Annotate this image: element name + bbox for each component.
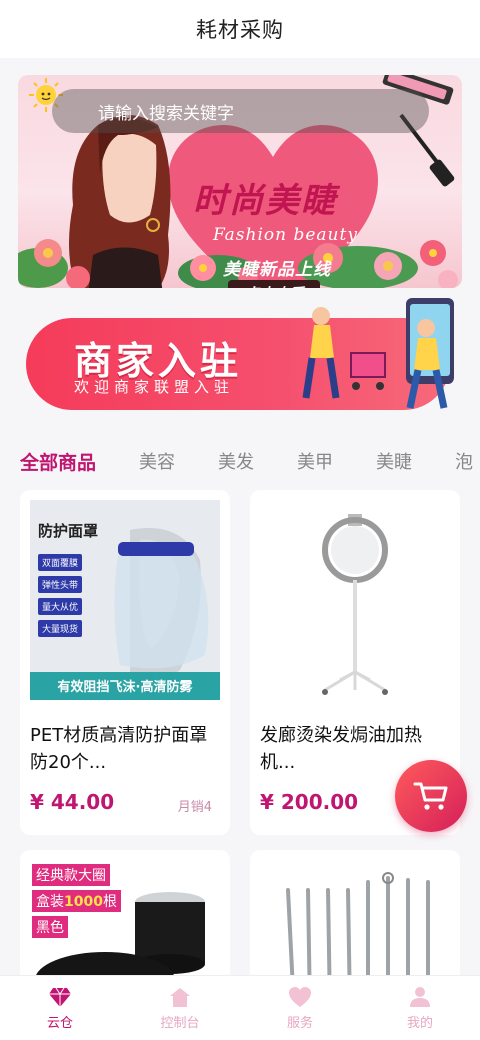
nav-item-service[interactable]: 服务 — [240, 976, 360, 1040]
heart-icon — [289, 986, 311, 1007]
product-image-label: 经典款大圈 盒装1000根 黑色 — [32, 864, 121, 938]
image-tag: 大量现货 — [38, 620, 83, 637]
merchant-join-banner[interactable]: 商家入驻 欢迎商家联盟入驻 — [26, 298, 454, 410]
nav-item-console[interactable]: 控制台 — [120, 976, 240, 1040]
product-image-tags: 双面覆膜 弹性头带 量大从优 大量现货 — [38, 554, 83, 637]
nav-item-label: 云仓 — [46, 1015, 73, 1031]
top-bar: 耗材采购 — [0, 0, 480, 58]
product-image-title: 防护面罩 — [38, 522, 99, 540]
image-tag: 量大从优 — [38, 598, 83, 615]
merchant-subtitle: 欢迎商家联盟入驻 — [74, 378, 235, 396]
banner-subline: 美睫新品上线 — [223, 260, 331, 280]
cart-button[interactable] — [395, 760, 467, 832]
cart-icon — [413, 782, 448, 810]
product-card[interactable]: 防护面罩 双面覆膜 弹性头带 量大从优 大量现货 有效阻挡飞沫·高清防雾 PET… — [20, 490, 230, 835]
category-tabs: 全部商品 美容 美发 美甲 美睫 泡 — [0, 440, 480, 484]
nav-item-label: 控制台 — [160, 1015, 200, 1031]
product-sales: 月销4 — [177, 800, 212, 815]
image-label-line: 盒装1000根 — [32, 890, 121, 912]
banner-cta-button[interactable]: 点击查看 — [228, 280, 320, 288]
image-label-highlight: 1000 — [64, 894, 103, 910]
product-price: ¥ 44.00 — [30, 790, 115, 814]
search-placeholder: 请输入搜索关键字 — [98, 103, 234, 124]
tab-lash[interactable]: 美睫 — [376, 448, 412, 474]
image-label-line: 黑色 — [32, 916, 68, 938]
shopping-people-illustration — [302, 298, 454, 409]
product-image — [260, 500, 450, 700]
product-price: ¥ 200.00 — [260, 790, 359, 814]
bottom-nav: 云仓 控制台 服务 我的 — [0, 975, 480, 1040]
nav-item-label: 服务 — [286, 1015, 313, 1031]
image-tag: 双面覆膜 — [38, 554, 83, 571]
diamond-icon — [49, 987, 71, 1007]
nav-item-profile[interactable]: 我的 — [360, 976, 480, 1040]
page-title: 耗材采购 — [196, 18, 284, 42]
tab-hair[interactable]: 美发 — [218, 448, 254, 474]
search-input[interactable]: 请输入搜索关键字 — [52, 89, 429, 133]
tab-nail[interactable]: 美甲 — [297, 448, 333, 474]
product-name: PET材质高清防护面罩防20个... — [30, 725, 208, 773]
banner-english: Fashion beauty — [213, 225, 358, 245]
nav-item-cloud[interactable]: 云仓 — [0, 976, 120, 1040]
tab-beauty[interactable]: 美容 — [139, 448, 175, 474]
product-image-caption: 有效阻挡飞沫·高清防雾 — [57, 680, 193, 695]
banner-headline: 时尚美睫 — [193, 181, 337, 221]
nav-item-label: 我的 — [406, 1015, 433, 1031]
home-icon — [170, 987, 190, 1007]
tab-more[interactable]: 泡 — [455, 448, 473, 474]
image-tag: 弹性头带 — [38, 576, 83, 593]
image-label-line: 经典款大圈 — [32, 864, 110, 886]
tab-all[interactable]: 全部商品 — [20, 448, 96, 475]
user-icon — [410, 986, 430, 1007]
